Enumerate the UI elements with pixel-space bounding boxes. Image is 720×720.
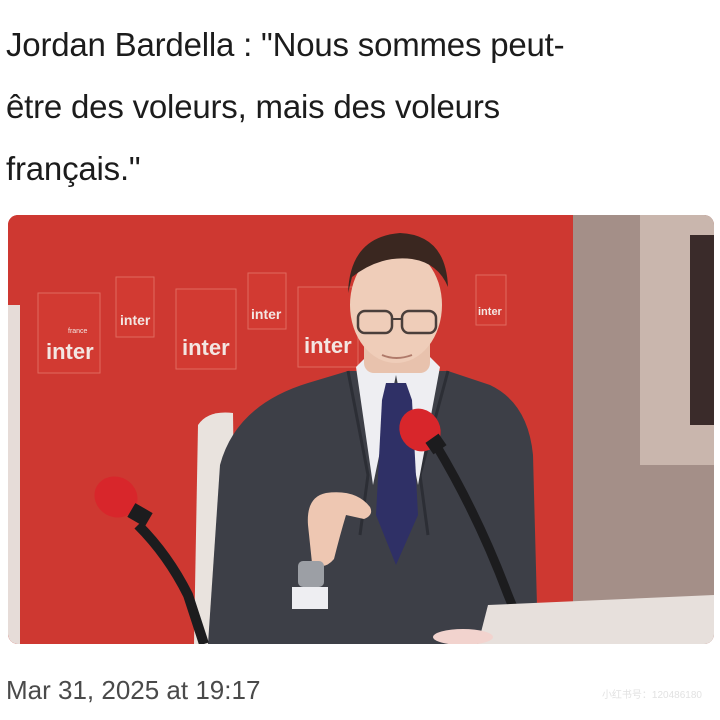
caption-line-3: français." (6, 150, 141, 187)
svg-text:france: france (68, 328, 88, 335)
backdrop-logo: inter (475, 274, 507, 326)
post-screenshot: Jordan Bardella : "Nous sommes peut- êtr… (0, 0, 720, 720)
watermark-text: 小红书号：120486180 (601, 690, 702, 701)
backdrop-logo: inter france (37, 292, 101, 374)
svg-text:inter: inter (304, 333, 352, 358)
caption-line-1: Jordan Bardella : "Nous sommes peut- (6, 26, 565, 63)
post-timestamp: Mar 31, 2025 at 19:17 (6, 675, 261, 705)
svg-text:inter: inter (120, 312, 151, 328)
logo-text: inter (46, 339, 94, 364)
post-caption: Jordan Bardella : "Nous sommes peut- êtr… (6, 14, 706, 200)
watch (298, 561, 324, 587)
caption-line-2: être des voleurs, mais des voleurs (6, 88, 500, 125)
post-photo[interactable]: inter france inter inter inter inter int… (8, 215, 714, 644)
left-panel (8, 305, 20, 644)
svg-text:inter: inter (478, 306, 503, 318)
wall-opening (690, 235, 714, 425)
svg-text:inter: inter (251, 306, 282, 322)
backdrop-logo: inter (115, 276, 155, 338)
backdrop-logo: inter (247, 272, 287, 330)
backdrop-logo: inter (175, 288, 237, 370)
photo-scene: inter france inter inter inter inter int… (8, 215, 714, 644)
backdrop-logo: inter (297, 286, 359, 368)
svg-text:inter: inter (182, 335, 230, 360)
